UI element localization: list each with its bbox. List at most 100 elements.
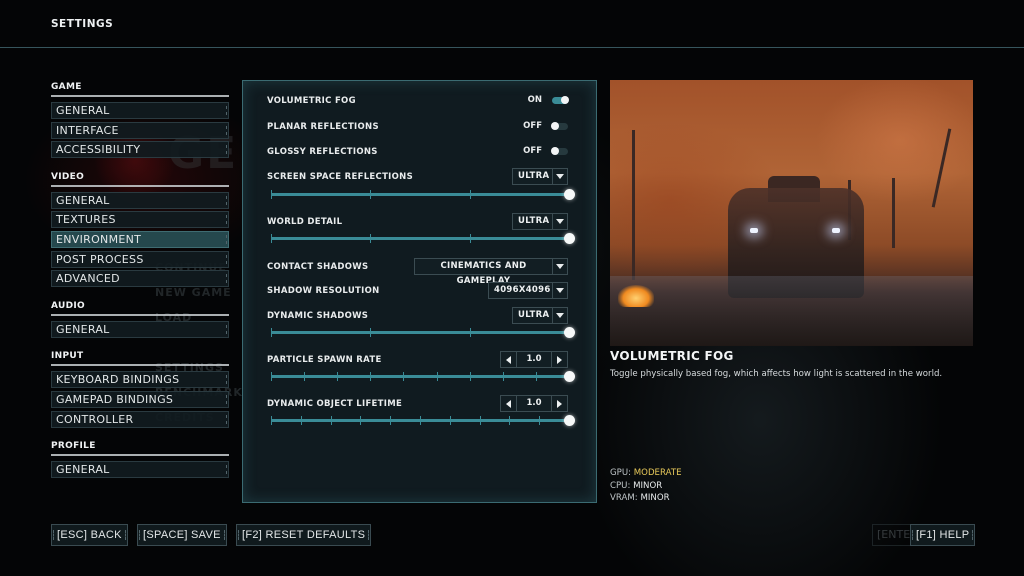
chevron-down-icon[interactable] xyxy=(553,259,567,274)
dynamic-shadows-dropdown[interactable]: ULTRA xyxy=(512,307,568,324)
chevron-down-icon[interactable] xyxy=(553,283,567,298)
toggle-switch[interactable] xyxy=(552,96,569,104)
slider-tick xyxy=(502,372,504,381)
slider-tick xyxy=(403,372,405,381)
toggle-knob xyxy=(561,96,569,104)
sidebar-item-game-accessibility[interactable]: ACCESSIBILITY xyxy=(51,141,229,159)
volumetric-fog-toggle[interactable]: ON xyxy=(527,95,569,105)
shadow-resolution-dropdown[interactable]: 4096X4096 xyxy=(488,282,568,299)
setting-dynamic-object-lifetime: DYNAMIC OBJECT LIFETIME 1.0 xyxy=(267,395,568,415)
slider-tick xyxy=(370,372,372,381)
save-button[interactable]: [SPACE] SAVE xyxy=(137,524,227,546)
decrease-button[interactable] xyxy=(501,396,517,411)
dynamic-shadows-slider[interactable] xyxy=(271,326,575,338)
sidebar-item-game-interface[interactable]: INTERFACE xyxy=(51,121,229,139)
toggle-knob xyxy=(551,122,559,130)
sidebar-item-input-controller[interactable]: CONTROLLER xyxy=(51,410,229,428)
chevron-down-icon[interactable] xyxy=(553,169,567,184)
dynamic-object-lifetime-stepper[interactable]: 1.0 xyxy=(500,395,568,412)
slider-tick xyxy=(271,190,272,199)
toggle-state-text: ON xyxy=(527,95,542,105)
toggle-state-text: OFF xyxy=(523,121,542,131)
sidebar-item-game-general[interactable]: GENERAL xyxy=(51,102,229,119)
vram-value: MINOR xyxy=(640,493,670,503)
setting-volumetric-fog: VOLUMETRIC FOG ON xyxy=(267,92,569,112)
preview-road xyxy=(610,276,973,346)
sidebar-item-video-post-process[interactable]: POST PROCESS xyxy=(51,250,229,268)
slider-thumb[interactable] xyxy=(564,415,575,426)
increase-button[interactable] xyxy=(551,352,567,367)
help-button[interactable]: [F1] HELP xyxy=(910,524,976,546)
increase-button[interactable] xyxy=(551,396,567,411)
slider-thumb[interactable] xyxy=(564,189,575,200)
sidebar-item-video-textures[interactable]: TEXTURES xyxy=(51,211,229,229)
toggle-switch[interactable] xyxy=(551,122,568,130)
slider-tick xyxy=(469,372,471,381)
slider-tick xyxy=(370,328,372,337)
sidebar-item-video-general[interactable]: GENERAL xyxy=(51,191,229,209)
planar-reflections-toggle[interactable]: OFF xyxy=(523,121,568,131)
gpu-impact: GPU: MODERATE xyxy=(610,467,682,480)
slider-thumb[interactable] xyxy=(564,371,575,382)
setting-label: WORLD DETAIL xyxy=(267,217,343,227)
setting-label: CONTACT SHADOWS xyxy=(267,262,369,272)
setting-label: GLOSSY REFLECTIONS xyxy=(267,147,378,157)
glossy-reflections-toggle[interactable]: OFF xyxy=(523,146,568,156)
setting-label: PLANAR REFLECTIONS xyxy=(267,122,379,132)
arrow-right-icon xyxy=(557,399,562,408)
setting-label: VOLUMETRIC FOG xyxy=(267,96,356,106)
sidebar-section-audio: AUDIO xyxy=(51,300,85,311)
slider-thumb[interactable] xyxy=(564,233,575,244)
sidebar-item-input-keyboard-bindings[interactable]: KEYBOARD BINDINGS xyxy=(51,371,229,389)
toggle-switch[interactable] xyxy=(551,147,568,155)
toggle-knob xyxy=(551,147,559,155)
contact-shadows-dropdown[interactable]: CINEMATICS AND GAMEPLAY xyxy=(414,258,568,286)
slider-tick xyxy=(304,372,306,381)
slider-tick xyxy=(469,190,471,199)
slider-tick xyxy=(370,234,372,243)
arrow-left-icon xyxy=(506,355,511,364)
cpu-impact: CPU: MINOR xyxy=(610,480,682,493)
arrow-right-icon xyxy=(557,355,562,364)
setting-label: SHADOW RESOLUTION xyxy=(267,286,380,296)
slider-tick xyxy=(509,416,511,425)
chevron-down-icon[interactable] xyxy=(553,214,567,229)
decrease-button[interactable] xyxy=(501,352,517,367)
setting-screen-space-reflections: SCREEN SPACE REFLECTIONS ULTRA xyxy=(267,168,568,188)
dynamic-object-lifetime-slider[interactable] xyxy=(271,414,575,426)
sidebar-item-video-advanced[interactable]: ADVANCED xyxy=(51,270,229,288)
slider-track[interactable] xyxy=(271,375,569,378)
world-detail-dropdown[interactable]: ULTRA xyxy=(512,213,568,230)
slider-tick xyxy=(539,416,541,425)
setting-label: SCREEN SPACE REFLECTIONS xyxy=(267,172,413,182)
sidebar-section-profile: PROFILE xyxy=(51,441,96,452)
screen-space-reflections-slider[interactable] xyxy=(271,188,575,200)
stepper-value: 1.0 xyxy=(526,398,542,408)
sidebar-item-profile-general[interactable]: GENERAL xyxy=(51,461,229,479)
setting-contact-shadows: CONTACT SHADOWS CINEMATICS AND GAMEPLAY xyxy=(267,258,568,286)
dropdown-value: ULTRA xyxy=(513,308,553,323)
particle-spawn-rate-slider[interactable] xyxy=(271,370,575,382)
world-detail-slider[interactable] xyxy=(271,232,575,244)
slider-thumb[interactable] xyxy=(564,327,575,338)
slider-track[interactable] xyxy=(271,193,569,196)
setting-label: PARTICLE SPAWN RATE xyxy=(267,355,382,365)
sidebar-item-audio-general[interactable]: GENERAL xyxy=(51,320,229,338)
back-button[interactable]: [ESC] BACK xyxy=(51,524,128,546)
screen-space-reflections-dropdown[interactable]: ULTRA xyxy=(512,168,568,185)
reset-defaults-button[interactable]: [F2] RESET DEFAULTS xyxy=(236,524,372,546)
section-divider xyxy=(51,184,229,187)
setting-planar-reflections: PLANAR REFLECTIONS OFF xyxy=(267,118,568,138)
chevron-down-icon[interactable] xyxy=(553,308,567,323)
slider-track[interactable] xyxy=(271,331,569,334)
particle-spawn-rate-stepper[interactable]: 1.0 xyxy=(500,351,568,368)
slider-track[interactable] xyxy=(271,237,569,240)
performance-impact: GPU: MODERATE CPU: MINOR VRAM: MINOR xyxy=(610,467,682,505)
sidebar-item-video-environment[interactable]: ENVIRONMENT xyxy=(51,230,229,248)
gpu-value: MODERATE xyxy=(633,468,682,478)
sidebar-section-video: VIDEO xyxy=(51,171,85,182)
sidebar-item-input-gamepad-bindings[interactable]: GAMEPAD BINDINGS xyxy=(51,390,229,408)
vram-impact: VRAM: MINOR xyxy=(610,492,682,505)
